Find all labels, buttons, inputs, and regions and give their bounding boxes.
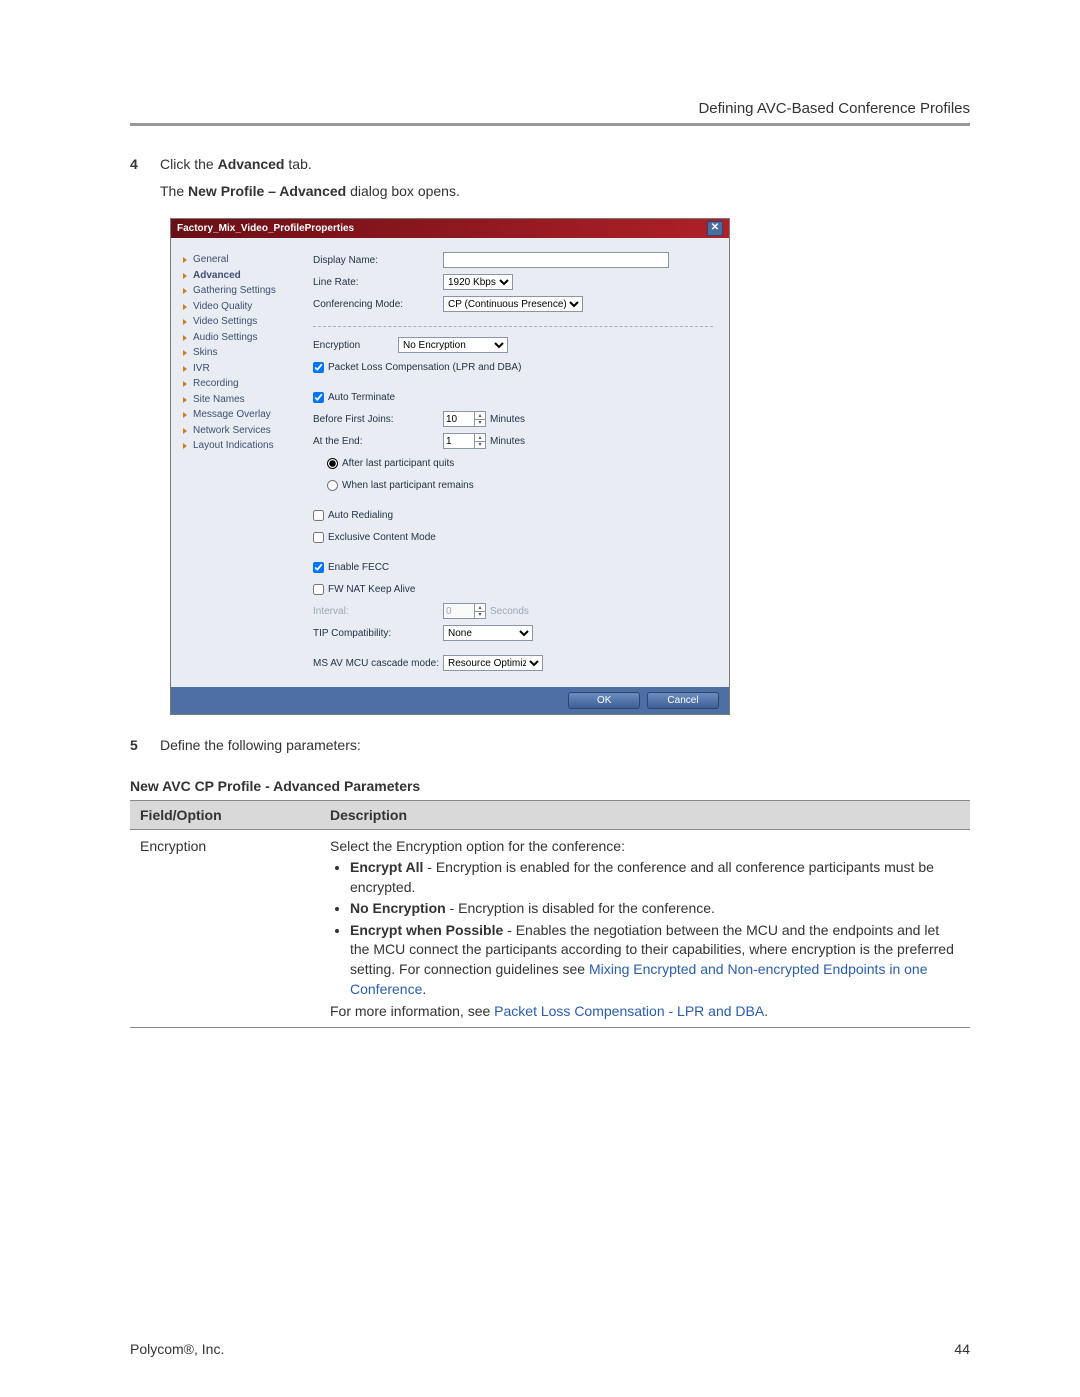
close-icon[interactable]: ✕	[707, 221, 723, 236]
sidebar-item-video-quality[interactable]: Video Quality	[183, 299, 303, 315]
cell-description: Select the Encryption option for the con…	[320, 830, 970, 1028]
ms-av-select[interactable]: Resource Optimized	[443, 655, 543, 671]
line-rate-label: Line Rate:	[313, 277, 443, 288]
before-unit: Minutes	[490, 414, 525, 425]
plc-label: Packet Loss Compensation (LPR and DBA)	[328, 362, 521, 373]
sidebar-item-audio-settings[interactable]: Audio Settings	[183, 330, 303, 346]
when-last-remains-radio[interactable]	[327, 480, 338, 491]
dialog-title-text: Factory_Mix_Video_ProfileProperties	[177, 223, 354, 234]
step-bold: Advanced	[218, 156, 285, 172]
conferencing-mode-label: Conferencing Mode:	[313, 299, 443, 310]
page-header-section: Defining AVC-Based Conference Profiles	[130, 100, 970, 117]
dialog-nav: General Advanced Gathering Settings Vide…	[171, 238, 303, 687]
cell-field: Encryption	[130, 830, 320, 1028]
after-last-quits-label: After last participant quits	[342, 458, 454, 469]
sidebar-item-general[interactable]: General	[183, 252, 303, 268]
step-text: Click the	[160, 156, 218, 172]
sidebar-item-message-overlay[interactable]: Message Overlay	[183, 407, 303, 423]
step-4-subtext: The New Profile – Advanced dialog box op…	[130, 181, 970, 202]
before-first-joins-stepper[interactable]: ▴▾	[443, 411, 486, 427]
sidebar-item-skins[interactable]: Skins	[183, 345, 303, 361]
table-title: New AVC CP Profile - Advanced Parameters	[130, 778, 970, 794]
at-end-unit: Minutes	[490, 436, 525, 447]
dialog-main-pane: Display Name: Line Rate: 1920 Kbps Confe…	[303, 238, 729, 687]
header-rule	[130, 123, 970, 126]
footer-company: Polycom®, Inc.	[130, 1341, 224, 1357]
col-field-option: Field/Option	[130, 801, 320, 830]
cancel-button[interactable]: Cancel	[647, 692, 719, 709]
page-number: 44	[954, 1341, 970, 1357]
sidebar-item-network-services[interactable]: Network Services	[183, 423, 303, 439]
interval-label: Interval:	[313, 606, 443, 617]
link-plc[interactable]: Packet Loss Compensation - LPR and DBA	[494, 1003, 764, 1019]
display-name-input[interactable]	[443, 252, 669, 268]
after-last-quits-radio[interactable]	[327, 458, 338, 469]
encryption-select[interactable]: No Encryption	[398, 337, 508, 353]
step-text: Define the following parameters:	[160, 737, 361, 753]
tip-compat-label: TIP Compatibility:	[313, 628, 443, 639]
parameters-table: Field/Option Description Encryption Sele…	[130, 800, 970, 1028]
auto-redialing-label: Auto Redialing	[328, 510, 393, 521]
auto-redialing-checkbox[interactable]	[313, 510, 324, 521]
enable-fecc-label: Enable FECC	[328, 562, 389, 573]
before-first-joins-label: Before First Joins:	[313, 414, 443, 425]
sidebar-item-gathering-settings[interactable]: Gathering Settings	[183, 283, 303, 299]
sidebar-item-video-settings[interactable]: Video Settings	[183, 314, 303, 330]
list-item: Encrypt when Possible - Enables the nego…	[350, 921, 960, 999]
ok-button[interactable]: OK	[568, 692, 640, 709]
list-item: Encrypt All - Encryption is enabled for …	[350, 858, 960, 897]
sidebar-item-recording[interactable]: Recording	[183, 376, 303, 392]
col-description: Description	[320, 801, 970, 830]
table-row: Encryption Select the Encryption option …	[130, 830, 970, 1028]
sidebar-item-site-names[interactable]: Site Names	[183, 392, 303, 408]
tip-compat-select[interactable]: None	[443, 625, 533, 641]
list-item: No Encryption - Encryption is disabled f…	[350, 899, 960, 919]
encryption-label: Encryption	[313, 340, 398, 351]
at-the-end-label: At the End:	[313, 436, 443, 447]
step-number: 5	[130, 735, 138, 756]
step-number: 4	[130, 154, 138, 175]
sidebar-item-advanced[interactable]: Advanced	[183, 268, 303, 284]
interval-stepper: ▴▾	[443, 603, 486, 619]
display-name-label: Display Name:	[313, 255, 443, 266]
line-rate-select[interactable]: 1920 Kbps	[443, 274, 513, 290]
step-4: 4 Click the Advanced tab.	[130, 154, 970, 175]
auto-terminate-label: Auto Terminate	[328, 392, 395, 403]
auto-terminate-checkbox[interactable]	[313, 392, 324, 403]
conferencing-mode-select[interactable]: CP (Continuous Presence)	[443, 296, 583, 312]
dialog-titlebar: Factory_Mix_Video_ProfileProperties ✕	[171, 219, 729, 238]
fw-nat-checkbox[interactable]	[313, 584, 324, 595]
profile-properties-dialog: Factory_Mix_Video_ProfileProperties ✕ Ge…	[170, 218, 730, 715]
plc-checkbox[interactable]	[313, 362, 324, 373]
sidebar-item-layout-indications[interactable]: Layout Indications	[183, 438, 303, 454]
dialog-button-bar: OK Cancel	[171, 687, 729, 714]
sidebar-item-ivr[interactable]: IVR	[183, 361, 303, 377]
at-the-end-stepper[interactable]: ▴▾	[443, 433, 486, 449]
fw-nat-label: FW NAT Keep Alive	[328, 584, 415, 595]
step-5: 5 Define the following parameters:	[130, 735, 970, 756]
exclusive-content-label: Exclusive Content Mode	[328, 532, 436, 543]
enable-fecc-checkbox[interactable]	[313, 562, 324, 573]
interval-unit: Seconds	[490, 606, 529, 617]
ms-av-label: MS AV MCU cascade mode:	[313, 658, 443, 669]
when-last-remains-label: When last participant remains	[342, 480, 474, 491]
exclusive-content-checkbox[interactable]	[313, 532, 324, 543]
